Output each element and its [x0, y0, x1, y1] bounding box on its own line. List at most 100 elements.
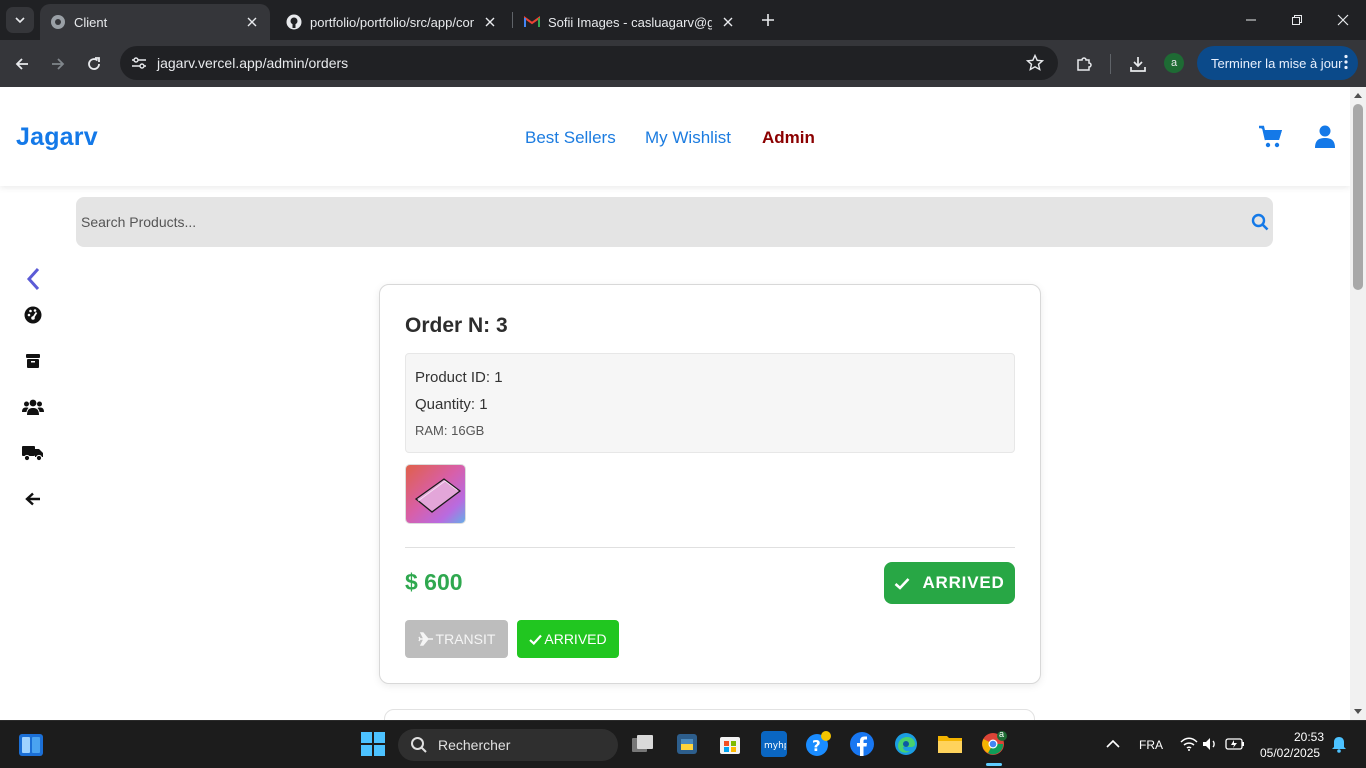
cart-icon[interactable] [1258, 125, 1282, 149]
search-icon[interactable] [1251, 213, 1269, 231]
svg-text:?: ? [812, 737, 821, 755]
language-indicator[interactable]: FRA [1139, 738, 1163, 752]
sidebar-item-orders[interactable] [22, 442, 44, 464]
page-viewport: Jagarv Best Sellers My Wishlist Admin Se… [0, 87, 1350, 720]
windows-start-icon[interactable] [360, 731, 386, 757]
order-title: Order N: 3 [405, 314, 508, 337]
clock-time[interactable]: 20:53 [1294, 730, 1324, 744]
chrome-profile-badge: a [999, 729, 1005, 739]
back-button[interactable] [8, 50, 36, 78]
order-item-details: Product ID: 1 Quantity: 1 RAM: 16GB [405, 353, 1015, 453]
toolbar-divider [1110, 54, 1111, 74]
order-status-text: ARRIVED [922, 573, 1005, 592]
transit-label: TRANSIT [435, 631, 496, 647]
taskbar-search[interactable]: Rechercher [398, 729, 618, 761]
myhp-icon[interactable]: myhp [761, 731, 787, 757]
arrow-left-icon [15, 58, 28, 70]
minimize-button[interactable] [1228, 0, 1274, 40]
browser-tab-bar: Client portfolio/portfolio/src/app/com S… [0, 0, 1366, 40]
battery-icon[interactable] [1222, 731, 1248, 757]
new-tab-button[interactable] [756, 8, 780, 32]
search-input[interactable]: Search Products... [81, 214, 196, 230]
svg-text:myhp: myhp [764, 741, 786, 751]
scrollbar-thumb[interactable] [1353, 104, 1363, 290]
tab-client[interactable]: Client [40, 4, 270, 40]
tab-separator [512, 12, 513, 28]
extensions-button[interactable] [1070, 50, 1098, 78]
clock-date[interactable]: 05/02/2025 [1260, 746, 1320, 760]
widgets-icon[interactable] [18, 732, 44, 758]
github-icon [286, 14, 302, 30]
next-order-card [384, 709, 1035, 720]
page-scrollbar[interactable] [1350, 87, 1366, 720]
user-icon[interactable] [1314, 125, 1338, 149]
address-bar[interactable]: jagarv.vercel.app/admin/orders [120, 46, 1058, 80]
close-icon[interactable] [720, 14, 736, 30]
notification-bell-icon[interactable] [1326, 731, 1352, 757]
reload-button[interactable] [80, 50, 108, 78]
check-icon [529, 634, 543, 645]
sidebar-item-users[interactable] [22, 396, 44, 418]
forward-button[interactable] [44, 50, 72, 78]
nav-admin[interactable]: Admin [762, 128, 815, 148]
product-search-bar[interactable]: Search Products... [76, 197, 1273, 247]
sidebar-item-products[interactable] [22, 350, 44, 372]
profile-avatar[interactable]: a [1164, 53, 1184, 73]
ram-option-text: RAM: 16GB [415, 423, 485, 438]
facebook-icon[interactable] [849, 731, 875, 757]
product-id-text: Product ID: 1 [415, 369, 503, 386]
arrow-right-icon [52, 58, 65, 70]
mark-arrived-button[interactable]: ARRIVED [517, 620, 619, 658]
close-window-button[interactable] [1320, 0, 1366, 40]
sidebar-item-dashboard[interactable] [22, 304, 44, 326]
sidebar-item-back[interactable] [22, 488, 44, 510]
tab-search-button[interactable] [6, 7, 34, 33]
dashboard-gauge-icon [24, 306, 42, 324]
arrow-left-icon [25, 492, 40, 506]
nav-my-wishlist[interactable]: My Wishlist [645, 128, 731, 148]
site-info-icon[interactable] [122, 46, 156, 80]
puzzle-icon [1077, 57, 1092, 71]
downloads-button[interactable] [1124, 50, 1152, 78]
gmail-icon [524, 14, 540, 30]
scroll-down-arrow[interactable] [1354, 709, 1362, 714]
url-text: jagarv.vercel.app/admin/orders [157, 55, 349, 71]
reload-icon [88, 57, 100, 70]
update-button[interactable]: Terminer la mise à jour [1197, 46, 1358, 80]
browser-toolbar: jagarv.vercel.app/admin/orders a Termine… [0, 40, 1366, 87]
close-icon[interactable] [244, 14, 260, 30]
microsoft-store-icon[interactable] [717, 731, 743, 757]
windows-taskbar: Rechercher myhp ? a FRA 20:53 05/02/2025 [0, 720, 1366, 768]
card-divider [405, 547, 1015, 548]
scroll-up-arrow[interactable] [1354, 93, 1362, 98]
nav-best-sellers[interactable]: Best Sellers [525, 128, 616, 148]
tab-title: Sofii Images - casluagarv@gma [548, 14, 712, 30]
product-thumbnail[interactable] [405, 464, 466, 524]
tab-gmail[interactable]: Sofii Images - casluagarv@gma [514, 4, 746, 40]
more-icon [1344, 54, 1348, 70]
site-logo[interactable]: Jagarv [16, 123, 98, 152]
check-icon [895, 577, 910, 590]
file-explorer-icon[interactable] [937, 731, 963, 757]
close-icon[interactable] [482, 14, 498, 30]
users-icon [22, 399, 44, 415]
order-price: $ 600 [405, 569, 463, 595]
active-app-indicator [986, 763, 1002, 766]
help-icon[interactable]: ? [805, 731, 831, 757]
collapse-sidebar-button[interactable] [22, 266, 44, 292]
quantity-text: Quantity: 1 [415, 396, 488, 413]
bookmark-star-icon[interactable] [1018, 46, 1052, 80]
order-status-badge: ARRIVED [884, 562, 1015, 604]
python-icon[interactable] [674, 731, 700, 757]
tab-github[interactable]: portfolio/portfolio/src/app/com [276, 4, 508, 40]
plane-icon [417, 632, 433, 646]
edge-icon[interactable] [893, 731, 919, 757]
restore-button[interactable] [1274, 0, 1320, 40]
site-header: Jagarv Best Sellers My Wishlist Admin [0, 87, 1350, 186]
volume-icon[interactable] [1198, 731, 1224, 757]
chevron-left-icon [26, 267, 40, 291]
mark-transit-button[interactable]: TRANSIT [405, 620, 508, 658]
task-view-icon[interactable] [630, 731, 656, 757]
plus-icon [762, 14, 774, 26]
chevron-up-icon[interactable] [1100, 731, 1126, 757]
